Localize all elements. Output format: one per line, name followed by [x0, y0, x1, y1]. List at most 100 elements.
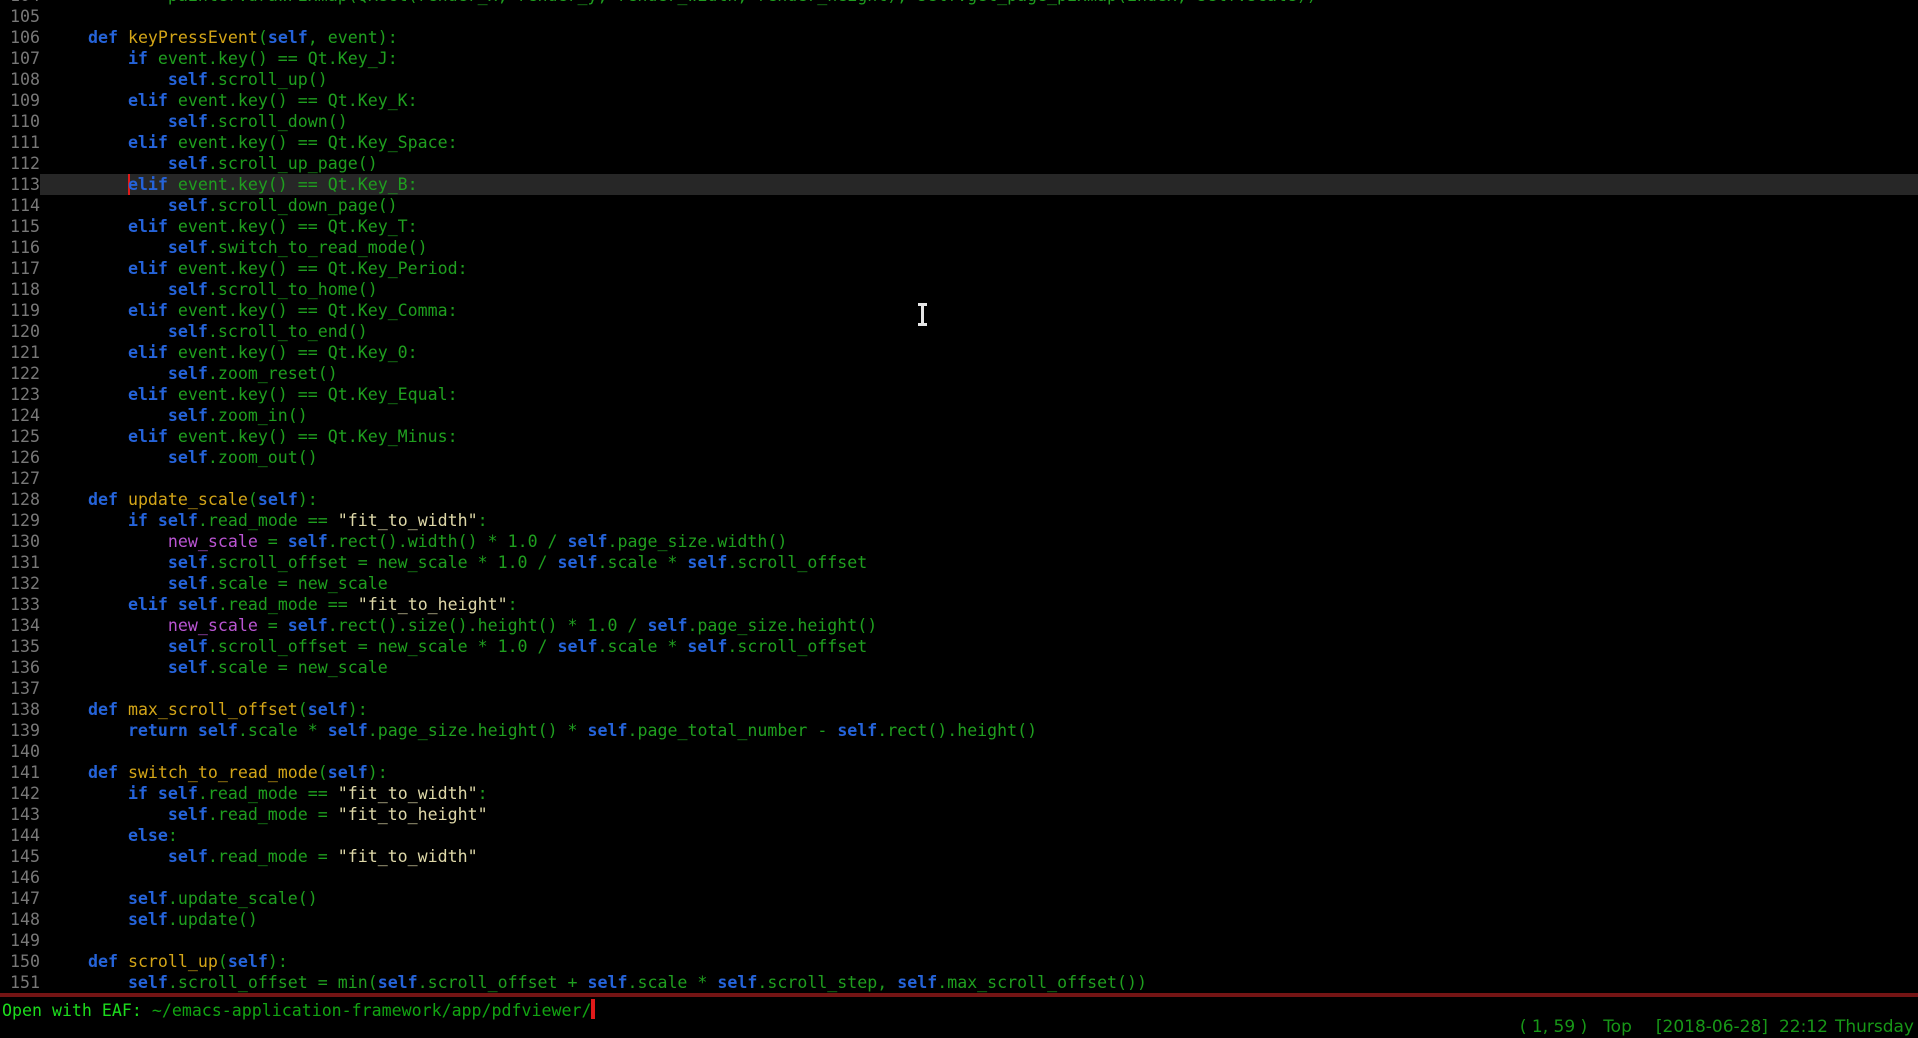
minibuffer-prompt: Open with EAF:	[2, 1001, 152, 1020]
line-number: 134	[0, 615, 40, 636]
code-text: self.zoom_out()	[40, 447, 1918, 468]
code-text	[40, 678, 1918, 699]
code-area[interactable]: 104 painter.drawPixmap(QRect(render_x, r…	[0, 0, 1918, 993]
code-line[interactable]: 124 self.zoom_in()	[0, 405, 1918, 426]
line-number: 142	[0, 783, 40, 804]
code-line[interactable]: 121 elif event.key() == Qt.Key_0:	[0, 342, 1918, 363]
line-number: 137	[0, 678, 40, 699]
code-text: elif event.key() == Qt.Key_B:	[40, 174, 1918, 195]
line-number: 110	[0, 111, 40, 132]
code-line[interactable]: 125 elif event.key() == Qt.Key_Minus:	[0, 426, 1918, 447]
minibuffer-input[interactable]: ~/emacs-application-framework/app/pdfvie…	[152, 1001, 592, 1020]
mouse-cursor-ibeam-icon	[917, 303, 928, 326]
code-text: self.scroll_offset = min(self.scroll_off…	[40, 972, 1918, 993]
code-line[interactable]: 140	[0, 741, 1918, 762]
line-number: 147	[0, 888, 40, 909]
code-line[interactable]: 147 self.update_scale()	[0, 888, 1918, 909]
code-text: self.update_scale()	[40, 888, 1918, 909]
code-line[interactable]: 128 def update_scale(self):	[0, 489, 1918, 510]
line-number: 119	[0, 300, 40, 321]
code-text: self.read_mode = "fit_to_width"	[40, 846, 1918, 867]
code-text: self.scroll_offset = new_scale * 1.0 / s…	[40, 636, 1918, 657]
line-number: 135	[0, 636, 40, 657]
line-number: 125	[0, 426, 40, 447]
line-number: 118	[0, 279, 40, 300]
code-line[interactable]: 120 self.scroll_to_end()	[0, 321, 1918, 342]
code-line[interactable]: 135 self.scroll_offset = new_scale * 1.0…	[0, 636, 1918, 657]
minibuffer[interactable]: Open with EAF: ~/emacs-application-frame…	[2, 999, 595, 1021]
code-text: elif event.key() == Qt.Key_Comma:	[40, 300, 1918, 321]
line-number: 144	[0, 825, 40, 846]
line-number: 145	[0, 846, 40, 867]
code-text: self.scale = new_scale	[40, 573, 1918, 594]
code-text: else:	[40, 825, 1918, 846]
code-line[interactable]: 150 def scroll_up(self):	[0, 951, 1918, 972]
code-text: elif event.key() == Qt.Key_Minus:	[40, 426, 1918, 447]
line-number: 120	[0, 321, 40, 342]
code-text: new_scale = self.rect().width() * 1.0 / …	[40, 531, 1918, 552]
line-number: 136	[0, 657, 40, 678]
code-line[interactable]: 133 elif self.read_mode == "fit_to_heigh…	[0, 594, 1918, 615]
code-line[interactable]: 145 self.read_mode = "fit_to_width"	[0, 846, 1918, 867]
code-line[interactable]: 137	[0, 678, 1918, 699]
line-number: 141	[0, 762, 40, 783]
code-text: self.update()	[40, 909, 1918, 930]
code-line[interactable]: 151 self.scroll_offset = min(self.scroll…	[0, 972, 1918, 993]
code-line[interactable]: 108 self.scroll_up()	[0, 69, 1918, 90]
code-line[interactable]: 142 if self.read_mode == "fit_to_width":	[0, 783, 1918, 804]
line-number: 149	[0, 930, 40, 951]
line-number: 132	[0, 573, 40, 594]
code-line[interactable]: 144 else:	[0, 825, 1918, 846]
code-text: new_scale = self.rect().size().height() …	[40, 615, 1918, 636]
code-line[interactable]: 131 self.scroll_offset = new_scale * 1.0…	[0, 552, 1918, 573]
code-line[interactable]: 141 def switch_to_read_mode(self):	[0, 762, 1918, 783]
line-number: 140	[0, 741, 40, 762]
code-line[interactable]: 117 elif event.key() == Qt.Key_Period:	[0, 258, 1918, 279]
code-line[interactable]: 116 self.switch_to_read_mode()	[0, 237, 1918, 258]
code-line[interactable]: 111 elif event.key() == Qt.Key_Space:	[0, 132, 1918, 153]
code-line[interactable]: 112 self.scroll_up_page()	[0, 153, 1918, 174]
code-text: elif event.key() == Qt.Key_T:	[40, 216, 1918, 237]
code-text: def scroll_up(self):	[40, 951, 1918, 972]
code-line[interactable]: 106 def keyPressEvent(self, event):	[0, 27, 1918, 48]
code-line[interactable]: 119 elif event.key() == Qt.Key_Comma:	[0, 300, 1918, 321]
code-line[interactable]: 115 elif event.key() == Qt.Key_T:	[0, 216, 1918, 237]
mode-line	[0, 993, 1918, 997]
code-line[interactable]: 118 self.scroll_to_home()	[0, 279, 1918, 300]
code-line[interactable]: 139 return self.scale * self.page_size.h…	[0, 720, 1918, 741]
code-text	[40, 468, 1918, 489]
code-line[interactable]: 109 elif event.key() == Qt.Key_K:	[0, 90, 1918, 111]
status-date: [2018-06-28]	[1656, 1017, 1768, 1037]
code-line[interactable]: 148 self.update()	[0, 909, 1918, 930]
code-line[interactable]: 126 self.zoom_out()	[0, 447, 1918, 468]
code-line[interactable]: 130 new_scale = self.rect().width() * 1.…	[0, 531, 1918, 552]
code-line[interactable]: 146	[0, 867, 1918, 888]
line-number: 126	[0, 447, 40, 468]
code-text: self.read_mode = "fit_to_height"	[40, 804, 1918, 825]
line-number: 108	[0, 69, 40, 90]
code-line[interactable]: 138 def max_scroll_offset(self):	[0, 699, 1918, 720]
code-line[interactable]: 110 self.scroll_down()	[0, 111, 1918, 132]
code-text: self.scroll_offset = new_scale * 1.0 / s…	[40, 552, 1918, 573]
code-line[interactable]: 132 self.scale = new_scale	[0, 573, 1918, 594]
status-info: ( 1, 59 )Top[2018-06-28]22:12Thursday	[1520, 1016, 1914, 1038]
code-line[interactable]: 105	[0, 6, 1918, 27]
code-text: self.zoom_in()	[40, 405, 1918, 426]
line-number: 139	[0, 720, 40, 741]
line-number: 105	[0, 6, 40, 27]
code-line[interactable]: 149	[0, 930, 1918, 951]
code-line[interactable]: 127	[0, 468, 1918, 489]
code-line[interactable]: 143 self.read_mode = "fit_to_height"	[0, 804, 1918, 825]
code-line[interactable]: 122 self.zoom_reset()	[0, 363, 1918, 384]
code-line[interactable]: 134 new_scale = self.rect().size().heigh…	[0, 615, 1918, 636]
code-line[interactable]: 113 elif event.key() == Qt.Key_B:	[0, 174, 1918, 195]
line-number: 143	[0, 804, 40, 825]
code-line[interactable]: 123 elif event.key() == Qt.Key_Equal:	[0, 384, 1918, 405]
code-text: elif self.read_mode == "fit_to_height":	[40, 594, 1918, 615]
line-number: 129	[0, 510, 40, 531]
code-line[interactable]: 107 if event.key() == Qt.Key_J:	[0, 48, 1918, 69]
code-line[interactable]: 114 self.scroll_down_page()	[0, 195, 1918, 216]
code-text: def max_scroll_offset(self):	[40, 699, 1918, 720]
code-line[interactable]: 129 if self.read_mode == "fit_to_width":	[0, 510, 1918, 531]
code-line[interactable]: 136 self.scale = new_scale	[0, 657, 1918, 678]
